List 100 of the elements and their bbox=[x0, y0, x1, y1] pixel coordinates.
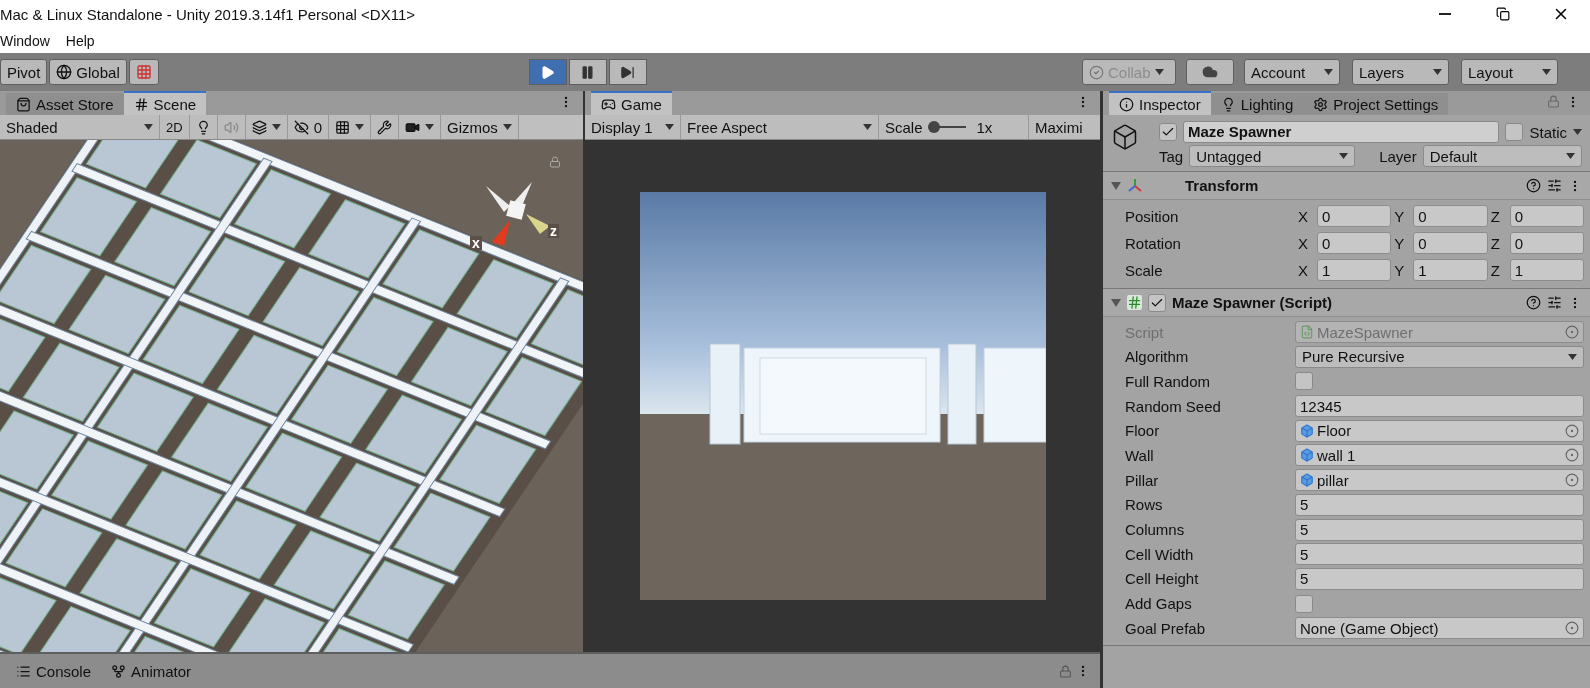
hash-icon bbox=[133, 96, 149, 112]
number-field[interactable]: 0 bbox=[1509, 232, 1584, 254]
number-field[interactable]: 1 bbox=[1317, 259, 1392, 281]
number-field[interactable]: 0 bbox=[1317, 232, 1392, 254]
gamepad-icon bbox=[601, 96, 616, 112]
active-checkbox[interactable] bbox=[1159, 123, 1177, 141]
panel-tab[interactable]: Lighting bbox=[1210, 93, 1304, 115]
transform-axes-icon bbox=[1127, 177, 1143, 194]
number-field[interactable]: 0 bbox=[1413, 232, 1488, 254]
number-field[interactable]: 5 bbox=[1295, 567, 1584, 590]
axis-label: x bbox=[470, 236, 482, 250]
cloud-icon bbox=[1202, 64, 1218, 80]
field-label: Columns bbox=[1125, 521, 1186, 538]
axis-label: X bbox=[1298, 261, 1309, 279]
pivot-button[interactable]: Pivot bbox=[0, 59, 48, 85]
settings-icon bbox=[1313, 96, 1329, 112]
minimize-icon bbox=[1439, 13, 1451, 15]
object-field[interactable]: None (Game Object) bbox=[1295, 617, 1584, 640]
caret-icon bbox=[665, 124, 674, 130]
number-field[interactable]: 5 bbox=[1295, 518, 1584, 541]
layout-dropdown[interactable]: Layout bbox=[1461, 59, 1558, 85]
play-button[interactable] bbox=[528, 59, 567, 85]
object-picker-icon[interactable] bbox=[1565, 621, 1579, 636]
panel-tab[interactable]: Scene bbox=[123, 91, 207, 115]
number-field[interactable]: 0 bbox=[1413, 205, 1488, 227]
panel-tab[interactable]: Game bbox=[591, 91, 672, 115]
help-icon[interactable] bbox=[1526, 295, 1541, 310]
field-label: Add Gaps bbox=[1125, 595, 1193, 613]
number-field[interactable]: 5 bbox=[1295, 543, 1584, 566]
fold-triangle-icon[interactable] bbox=[1111, 297, 1121, 308]
field-label: Goal Prefab bbox=[1125, 619, 1207, 637]
object-picker-icon[interactable] bbox=[1565, 473, 1579, 488]
restore-icon bbox=[1496, 7, 1510, 21]
cube-icon bbox=[1300, 448, 1314, 463]
checkbox[interactable] bbox=[1295, 372, 1313, 391]
global-button[interactable]: Global bbox=[49, 59, 127, 85]
object-picker-icon[interactable] bbox=[1565, 448, 1579, 463]
component-title: Maze Spawner (Script) bbox=[1172, 294, 1334, 311]
tag-dropdown[interactable]: Untagged bbox=[1189, 145, 1356, 167]
axis-label: Y bbox=[1394, 261, 1406, 279]
caret-icon bbox=[271, 124, 281, 130]
checkbox[interactable] bbox=[1295, 594, 1313, 613]
number-field[interactable]: 0 bbox=[1509, 205, 1584, 227]
number-field[interactable]: 12345 bbox=[1295, 395, 1584, 418]
play-icon bbox=[540, 64, 556, 80]
field-label: Floor bbox=[1125, 422, 1161, 440]
fold-triangle-icon[interactable] bbox=[1111, 180, 1121, 191]
caret-icon bbox=[1566, 153, 1575, 159]
object-field[interactable]: pillar bbox=[1295, 469, 1584, 492]
cube-icon bbox=[1300, 473, 1314, 488]
enabled-checkbox[interactable] bbox=[1148, 293, 1166, 312]
axis-label: Z bbox=[1490, 234, 1501, 252]
field-label: Cell Height bbox=[1125, 570, 1200, 588]
field-label: Pillar bbox=[1125, 471, 1160, 489]
axis-label: Y bbox=[1394, 234, 1406, 252]
number-field[interactable]: 1 bbox=[1509, 259, 1584, 281]
bag-icon bbox=[16, 96, 31, 112]
panel-tab[interactable]: Asset Store bbox=[6, 93, 124, 115]
sliders-icon[interactable] bbox=[1547, 295, 1562, 310]
cube-icon bbox=[1300, 423, 1314, 438]
menu-item[interactable]: Help bbox=[65, 32, 95, 49]
speaker-icon bbox=[223, 119, 239, 135]
axis-label: Z bbox=[1490, 207, 1501, 225]
object-name-field[interactable]: Maze Spawner bbox=[1183, 121, 1500, 143]
algorithm-dropdown[interactable]: Pure Recursive bbox=[1295, 345, 1584, 368]
object-field[interactable]: wall 1 bbox=[1295, 444, 1584, 467]
static-checkbox[interactable] bbox=[1505, 123, 1524, 141]
script-icon bbox=[1300, 325, 1314, 339]
object-picker-icon[interactable] bbox=[1565, 423, 1579, 438]
field-label: Position bbox=[1125, 207, 1180, 225]
account-dropdown[interactable]: Account bbox=[1244, 59, 1340, 85]
check-icon bbox=[1161, 125, 1175, 139]
menu-item[interactable]: Window bbox=[0, 32, 50, 49]
help-icon[interactable] bbox=[1526, 178, 1541, 193]
object-field[interactable]: Floor bbox=[1295, 419, 1584, 442]
number-field[interactable]: 0 bbox=[1317, 205, 1392, 227]
caret-icon bbox=[1542, 69, 1551, 75]
object-picker-icon[interactable] bbox=[1565, 325, 1579, 339]
cube-icon bbox=[1111, 123, 1139, 151]
axis-label: Z bbox=[1490, 261, 1501, 279]
list-icon bbox=[16, 663, 31, 679]
snap-button[interactable] bbox=[128, 59, 159, 85]
number-field[interactable]: 5 bbox=[1295, 493, 1584, 516]
globe-icon bbox=[56, 64, 73, 80]
layers-dropdown[interactable]: Layers bbox=[1352, 59, 1449, 85]
caret-icon bbox=[1573, 129, 1582, 135]
pause-icon bbox=[580, 64, 596, 80]
panel-tab[interactable]: Project Settings bbox=[1303, 93, 1449, 115]
layer-dropdown[interactable]: Default bbox=[1422, 145, 1582, 167]
panel-tab[interactable]: Inspector bbox=[1109, 91, 1211, 115]
axis-label: X bbox=[1298, 207, 1309, 225]
sliders-icon[interactable] bbox=[1547, 178, 1562, 193]
step-button[interactable] bbox=[608, 59, 647, 85]
panel-tab[interactable]: Console bbox=[8, 662, 100, 680]
pause-button[interactable] bbox=[568, 59, 607, 85]
axis-label: Y bbox=[1394, 207, 1406, 225]
static-label: Static bbox=[1529, 123, 1567, 141]
panel-tab[interactable]: Animator bbox=[103, 662, 200, 680]
cloud-button[interactable] bbox=[1186, 59, 1234, 85]
number-field[interactable]: 1 bbox=[1413, 259, 1488, 281]
